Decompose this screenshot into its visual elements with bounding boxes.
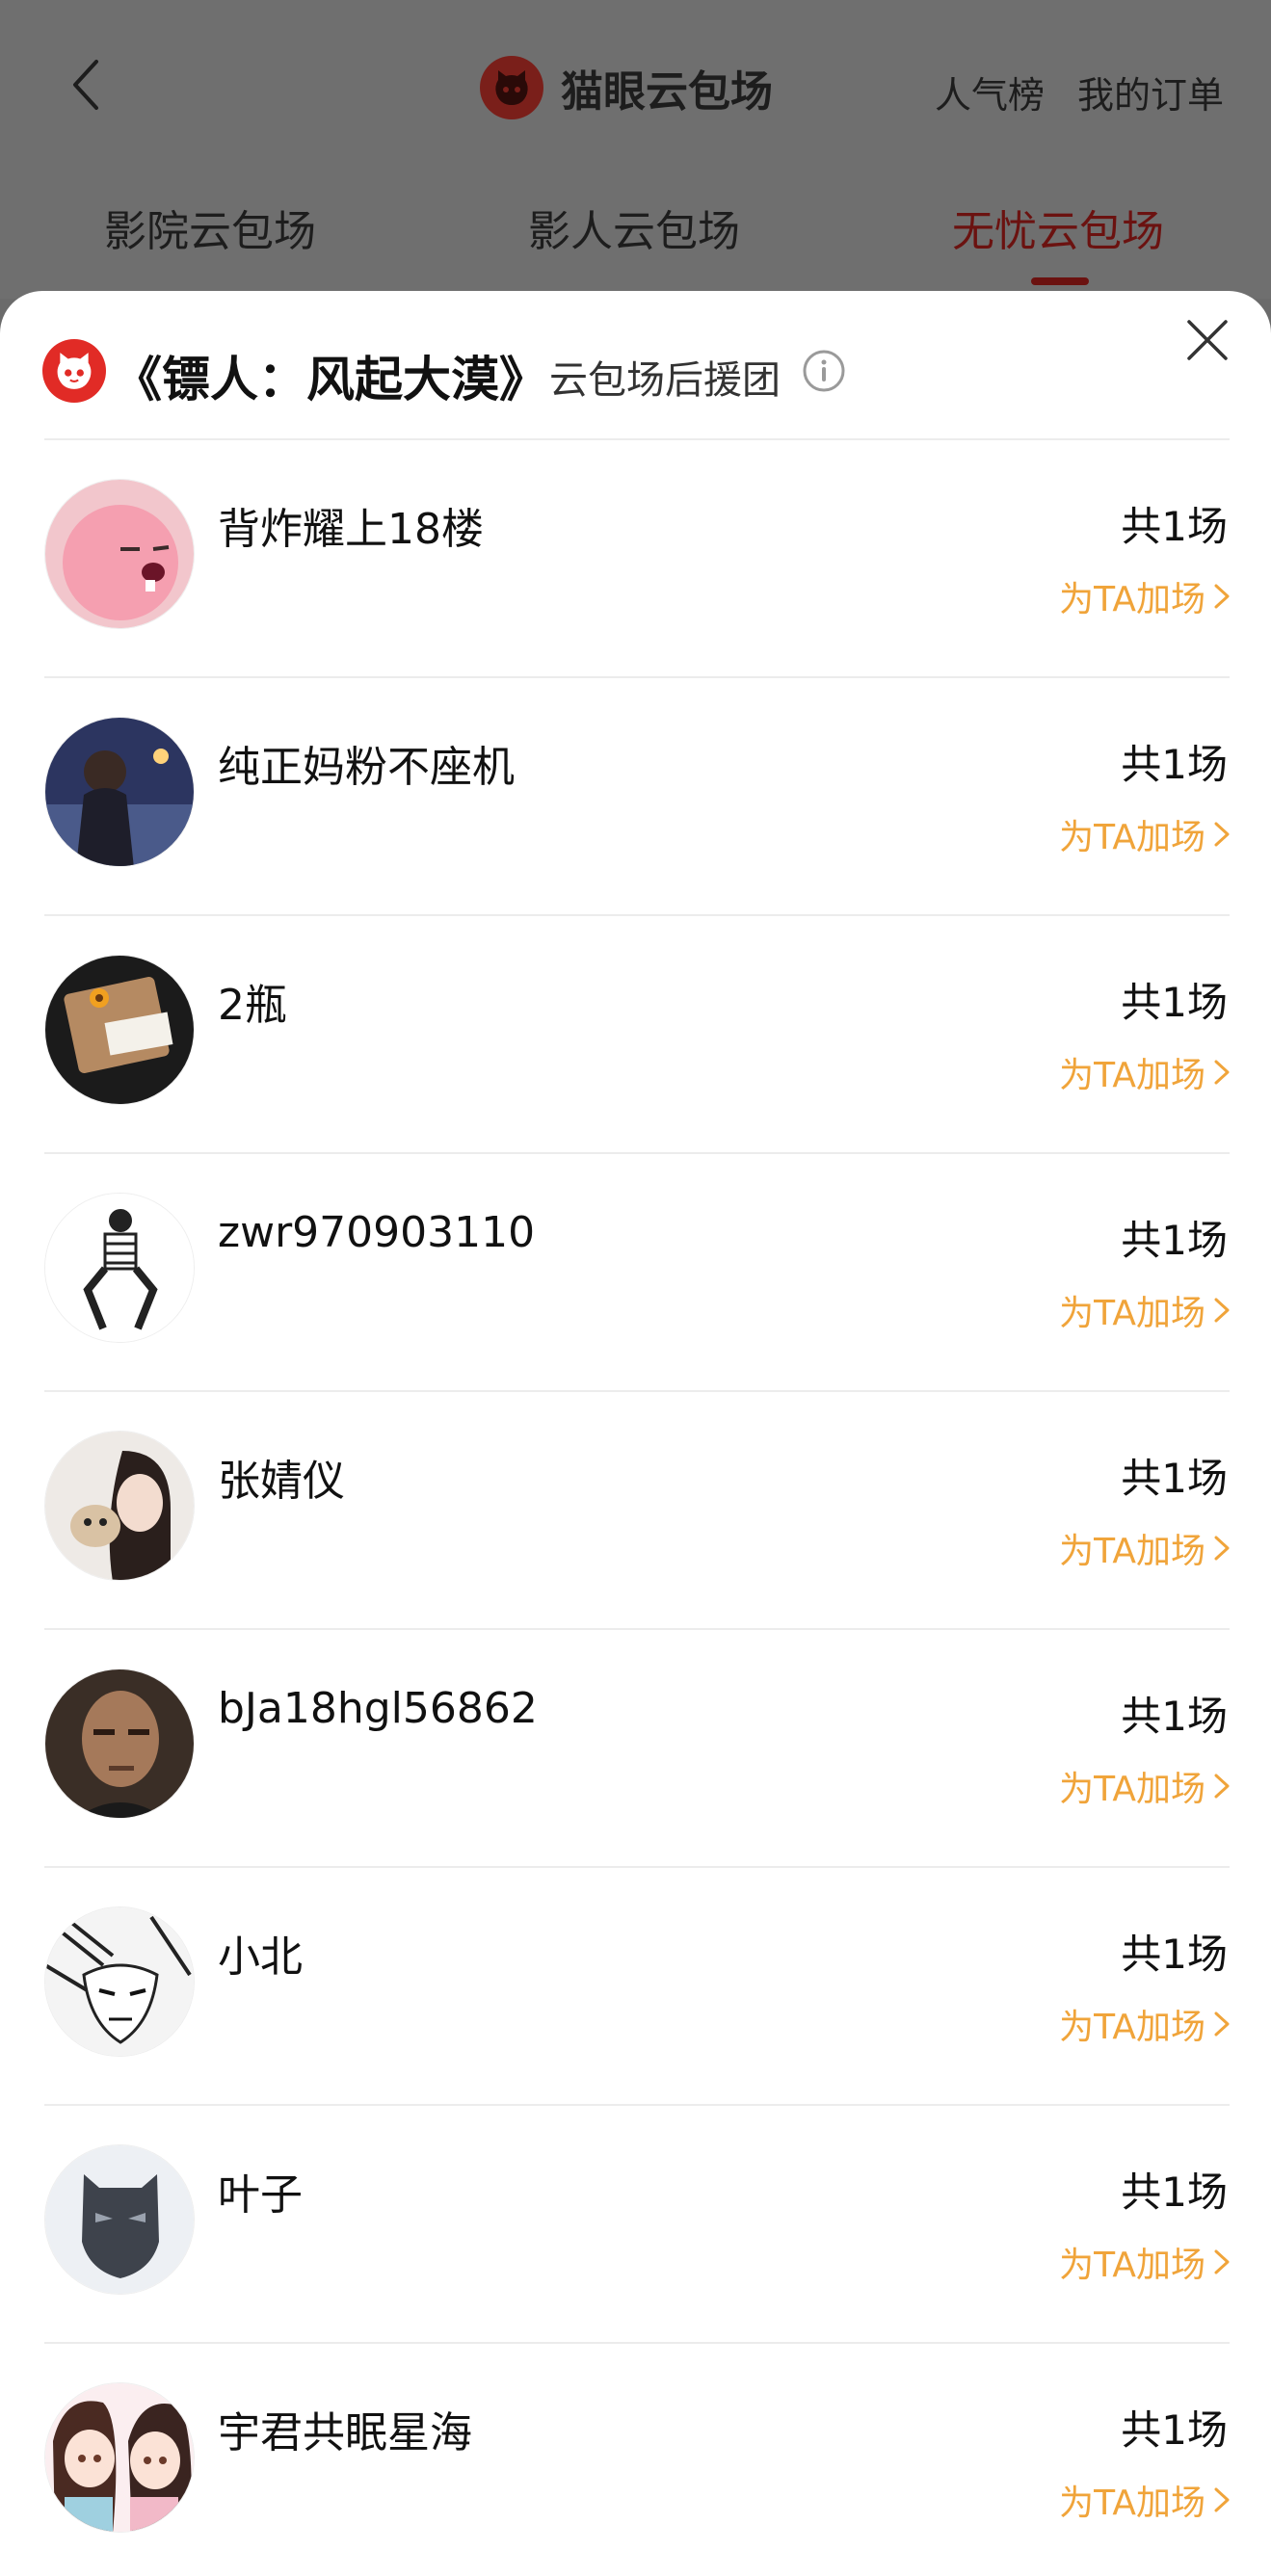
add-session-button[interactable]: 为TA加场 bbox=[1059, 1999, 1232, 2049]
username: 背炸耀上18楼 bbox=[218, 505, 484, 554]
list-item[interactable]: zwr970903110 共1场 为TA加场 bbox=[0, 1154, 1271, 1392]
add-session-button[interactable]: 为TA加场 bbox=[1059, 2475, 1232, 2525]
username: 张婧仪 bbox=[218, 1457, 345, 1506]
add-session-button[interactable]: 为TA加场 bbox=[1059, 1761, 1232, 1811]
list-item[interactable]: 张婧仪 共1场 为TA加场 bbox=[0, 1392, 1271, 1630]
supporter-list: 背炸耀上18楼 共1场 为TA加场 纯正妈粉不座机 共1场 为TA加场 2瓶 共… bbox=[0, 440, 1271, 2576]
support-group-sheet: 《镖人：风起大漠》 云包场后援团 背炸耀上18楼 共1场 为TA加场 纯正妈粉不… bbox=[0, 291, 1271, 2576]
chevron-right-icon bbox=[1214, 2011, 1230, 2037]
back-arrow-icon[interactable] bbox=[60, 56, 118, 114]
chevron-right-icon bbox=[1214, 584, 1230, 609]
session-count: 共1场 bbox=[1121, 2406, 1228, 2454]
username: 纯正妈粉不座机 bbox=[218, 743, 515, 792]
app-title: 猫眼云包场 bbox=[561, 67, 773, 117]
add-session-label: 为TA加场 bbox=[1059, 2008, 1205, 2047]
add-session-label: 为TA加场 bbox=[1059, 1532, 1205, 1571]
chevron-right-icon bbox=[1214, 2249, 1230, 2274]
add-session-label: 为TA加场 bbox=[1059, 2246, 1205, 2285]
list-item[interactable]: 宇君共眠星海 共1场 为TA加场 bbox=[0, 2344, 1271, 2576]
close-icon[interactable] bbox=[1183, 316, 1231, 364]
movie-title: 《镖人：风起大漠》 bbox=[114, 352, 547, 407]
session-count: 共1场 bbox=[1121, 503, 1228, 550]
avatar[interactable] bbox=[44, 1431, 195, 1581]
session-count: 共1场 bbox=[1121, 2169, 1228, 2216]
chevron-right-icon bbox=[1214, 1774, 1230, 1799]
session-count: 共1场 bbox=[1121, 1217, 1228, 1264]
tab-bar: 影院云包场 影人云包场 无忧云包场 bbox=[0, 183, 1271, 289]
info-icon[interactable] bbox=[802, 349, 846, 393]
list-item[interactable]: 纯正妈粉不座机 共1场 为TA加场 bbox=[0, 678, 1271, 916]
popularity-ranking-link[interactable]: 人气榜 bbox=[935, 66, 1045, 118]
avatar[interactable] bbox=[44, 717, 195, 867]
tab-cinema[interactable]: 影院云包场 bbox=[104, 197, 316, 258]
app-header: 猫眼云包场 人气榜 我的订单 影院云包场 影人云包场 无忧云包场 bbox=[0, 0, 1271, 299]
add-session-label: 为TA加场 bbox=[1059, 1294, 1205, 1333]
list-item[interactable]: bJa18hgl56862 共1场 为TA加场 bbox=[0, 1630, 1271, 1868]
tab-filmmaker[interactable]: 影人云包场 bbox=[528, 197, 740, 258]
avatar[interactable] bbox=[44, 955, 195, 1105]
username: zwr970903110 bbox=[218, 1208, 536, 1257]
add-session-label: 为TA加场 bbox=[1059, 1770, 1205, 1809]
brand: 猫眼云包场 bbox=[480, 50, 773, 125]
add-session-button[interactable]: 为TA加场 bbox=[1059, 1285, 1232, 1335]
add-session-button[interactable]: 为TA加场 bbox=[1059, 571, 1232, 621]
username: bJa18hgl56862 bbox=[218, 1684, 538, 1733]
session-count: 共1场 bbox=[1121, 979, 1228, 1026]
username: 宇君共眠星海 bbox=[218, 2408, 472, 2458]
active-tab-indicator bbox=[1031, 277, 1089, 285]
add-session-button[interactable]: 为TA加场 bbox=[1059, 2237, 1232, 2287]
list-item[interactable]: 背炸耀上18楼 共1场 为TA加场 bbox=[0, 440, 1271, 678]
session-count: 共1场 bbox=[1121, 1693, 1228, 1740]
chevron-right-icon bbox=[1214, 2487, 1230, 2512]
add-session-label: 为TA加场 bbox=[1059, 2484, 1205, 2523]
chevron-right-icon bbox=[1214, 1298, 1230, 1323]
avatar[interactable] bbox=[44, 1669, 195, 1819]
add-session-button[interactable]: 为TA加场 bbox=[1059, 1523, 1232, 1573]
list-item[interactable]: 2瓶 共1场 为TA加场 bbox=[0, 916, 1271, 1154]
chevron-right-icon bbox=[1214, 1536, 1230, 1561]
add-session-label: 为TA加场 bbox=[1059, 580, 1205, 619]
username: 小北 bbox=[218, 1932, 303, 1982]
avatar[interactable] bbox=[44, 2382, 195, 2533]
session-count: 共1场 bbox=[1121, 741, 1228, 788]
session-count: 共1场 bbox=[1121, 1455, 1228, 1502]
chevron-right-icon bbox=[1214, 1060, 1230, 1085]
session-count: 共1场 bbox=[1121, 1931, 1228, 1978]
my-orders-link[interactable]: 我的订单 bbox=[1077, 66, 1224, 118]
sheet-header: 《镖人：风起大漠》 云包场后援团 bbox=[0, 291, 1271, 440]
avatar[interactable] bbox=[44, 479, 195, 629]
cat-logo-icon bbox=[42, 339, 106, 403]
list-item[interactable]: 叶子 共1场 为TA加场 bbox=[0, 2106, 1271, 2344]
add-session-button[interactable]: 为TA加场 bbox=[1059, 809, 1232, 859]
avatar[interactable] bbox=[44, 1906, 195, 2057]
cat-logo-icon bbox=[480, 56, 543, 119]
username: 2瓶 bbox=[218, 981, 287, 1030]
add-session-label: 为TA加场 bbox=[1059, 1056, 1205, 1095]
avatar[interactable] bbox=[44, 2144, 195, 2295]
add-session-label: 为TA加场 bbox=[1059, 818, 1205, 857]
add-session-button[interactable]: 为TA加场 bbox=[1059, 1047, 1232, 1097]
chevron-right-icon bbox=[1214, 822, 1230, 847]
username: 叶子 bbox=[218, 2170, 303, 2220]
tab-worry-free[interactable]: 无忧云包场 bbox=[952, 197, 1164, 258]
page: 猫眼云包场 人气榜 我的订单 影院云包场 影人云包场 无忧云包场 《镖人：风起大… bbox=[0, 0, 1271, 2576]
list-item[interactable]: 小北 共1场 为TA加场 bbox=[0, 1868, 1271, 2106]
sheet-subtitle: 云包场后援团 bbox=[549, 358, 781, 403]
avatar[interactable] bbox=[44, 1193, 195, 1343]
